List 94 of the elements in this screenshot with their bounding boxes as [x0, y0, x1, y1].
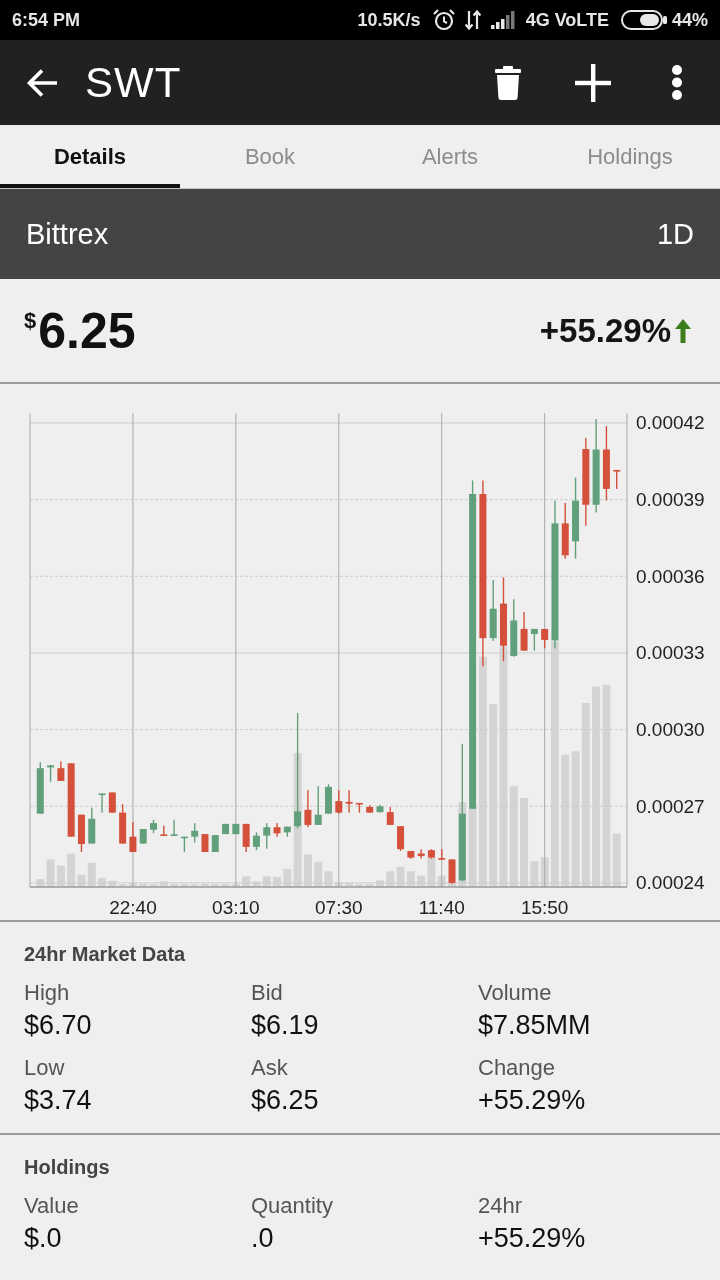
candlestick [88, 807, 96, 844]
candlestick [160, 825, 168, 836]
candlestick [520, 612, 528, 651]
candlestick [345, 790, 353, 813]
y-axis-label: 0.00042 [636, 412, 705, 434]
candlestick [129, 822, 137, 852]
y-axis-label: 0.00027 [636, 795, 705, 817]
candlestick [397, 826, 405, 851]
candlestick [355, 802, 363, 813]
stat-label: 24hr [478, 1193, 523, 1219]
section-title: Holdings [24, 1155, 111, 1179]
stat-label: Change [478, 1055, 556, 1081]
timeframe[interactable]: 1D [656, 217, 694, 251]
stat-value: $.0 [24, 1222, 62, 1254]
candlestick [366, 805, 374, 813]
network-type: 4G VoLTE [525, 9, 609, 31]
y-axis-label: 0.00033 [636, 642, 705, 664]
candlestick [119, 804, 127, 844]
candlestick [242, 823, 250, 852]
candlestick [283, 826, 291, 837]
candlestick [273, 823, 281, 837]
status-time: 6:54 PM [12, 9, 81, 31]
y-axis-label: 0.00024 [636, 872, 705, 894]
stat-value: .0 [251, 1222, 274, 1254]
plus-icon[interactable] [575, 63, 611, 102]
candlestick [139, 829, 147, 844]
candlestick [325, 784, 332, 814]
stat-value: $3.74 [24, 1084, 92, 1116]
price-change: +55.29% [539, 311, 671, 350]
stat-label: Low [24, 1055, 65, 1081]
stat-value: $7.85MM [478, 1009, 591, 1041]
candlestick [489, 580, 497, 641]
candlestick [304, 790, 312, 828]
x-axis-label: 22:40 [109, 896, 157, 918]
candlestick [36, 762, 44, 814]
trash-icon[interactable] [495, 65, 521, 100]
y-axis-label: 0.00039 [636, 489, 705, 511]
candlestick [211, 835, 219, 852]
candlestick [252, 832, 260, 851]
y-axis-label: 0.00030 [636, 719, 705, 741]
candlestick [561, 502, 569, 559]
candlestick [438, 849, 446, 860]
candlestick [98, 793, 106, 813]
candlestick [180, 836, 188, 852]
x-axis-label: 07:30 [315, 896, 363, 918]
stat-label: Bid [251, 980, 283, 1006]
battery-icon [620, 10, 667, 30]
more-menu-icon[interactable] [672, 65, 682, 100]
candlestick [335, 790, 343, 814]
stat-value: $6.19 [251, 1009, 319, 1041]
candlestick [263, 823, 271, 849]
candlestick [376, 804, 384, 813]
candlestick [613, 470, 621, 489]
candlestick [407, 850, 415, 859]
x-axis-label: 15:50 [520, 896, 569, 918]
candlestick [314, 786, 322, 825]
candlestick [57, 761, 65, 781]
candlestick [427, 849, 435, 859]
stat-label: Value [24, 1193, 79, 1219]
signal-icon [490, 11, 516, 29]
price: $^{$}$6.25 [24, 302, 136, 359]
candlestick [541, 628, 549, 649]
stat-label: Quantity [251, 1193, 333, 1219]
candlestick [510, 599, 518, 657]
y-axis-label: 0.00036 [636, 565, 705, 587]
data-transfer-icon [464, 10, 481, 30]
candlestick [201, 834, 209, 852]
stat-value: $6.25 [251, 1084, 319, 1116]
candlestick [191, 823, 199, 843]
candlestick [47, 764, 55, 782]
exchange-name[interactable]: Bittrex [26, 217, 109, 251]
stat-label: Volume [478, 980, 552, 1006]
candlestick [417, 849, 425, 859]
candlestick [448, 859, 456, 884]
stat-label: Ask [251, 1055, 288, 1081]
candlestick [170, 819, 178, 836]
candlestick [232, 823, 240, 835]
stat-value: +55.29% [478, 1222, 586, 1254]
alarm-clock-icon [432, 9, 455, 31]
candlestick [386, 807, 394, 825]
candlestick [77, 814, 85, 852]
stat-value: +55.29% [478, 1084, 586, 1116]
section-title: 24hr Market Data [24, 942, 187, 966]
candlestick [222, 823, 230, 835]
x-axis-label: 11:40 [418, 896, 465, 918]
stat-label: High [24, 980, 70, 1006]
battery-percent: 44% [671, 9, 708, 31]
back-arrow-icon[interactable] [26, 67, 58, 98]
candlestick [108, 792, 116, 813]
candlestick [530, 628, 538, 651]
stat-value: $6.70 [24, 1009, 92, 1041]
screen-title: SWT [85, 57, 183, 108]
x-axis-label: 03:10 [212, 896, 260, 918]
network-speed: 10.5K/s [357, 9, 421, 31]
